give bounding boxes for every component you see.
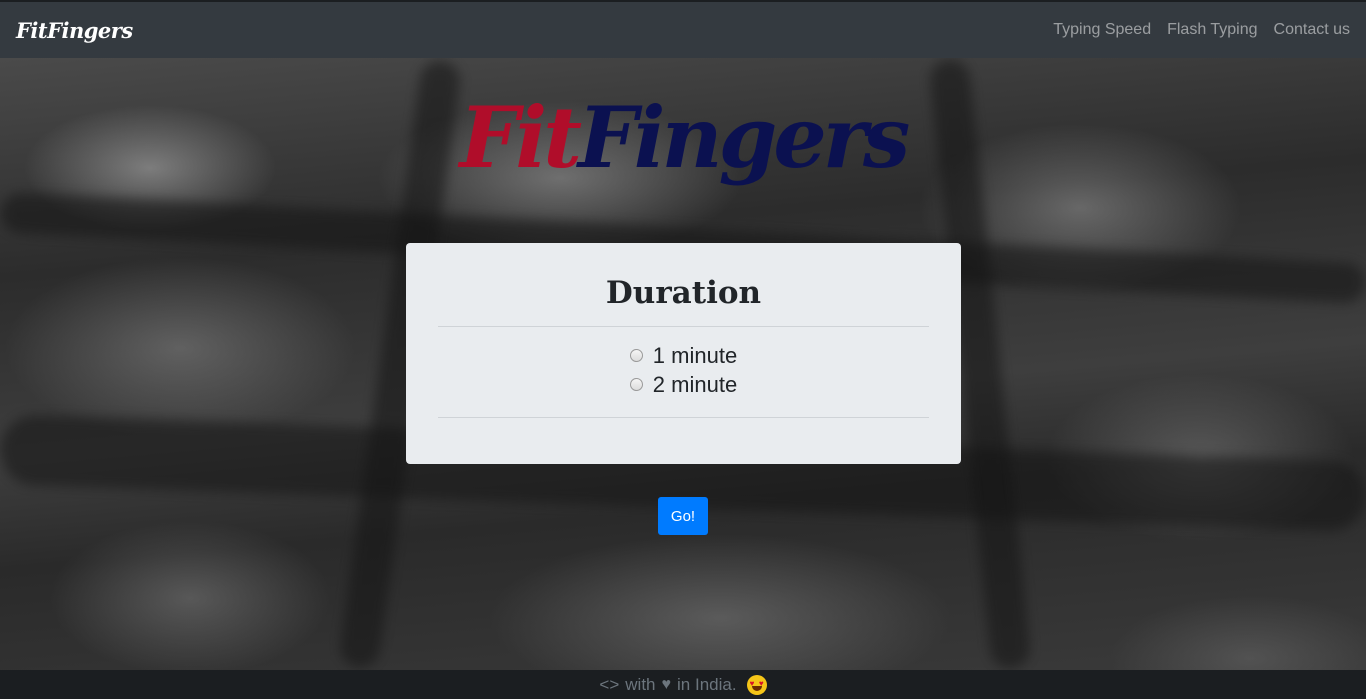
nav-link-contact-us[interactable]: Contact us: [1274, 21, 1350, 39]
duration-options: 1 minute 2 minute: [438, 327, 929, 399]
heart-icon: ♥: [661, 675, 672, 693]
logo-fingers-text: Fingers: [578, 88, 910, 187]
divider: [438, 417, 929, 418]
go-button[interactable]: Go!: [658, 497, 708, 535]
radio-2-minute[interactable]: [629, 378, 643, 391]
heart-eyes-emoji-icon: ♥ ♥: [746, 674, 767, 695]
duration-option-1-minute[interactable]: 1 minute: [629, 341, 738, 370]
nav-links: Typing Speed Flash Typing Contact us: [1053, 21, 1350, 39]
duration-option-2-minute[interactable]: 2 minute: [629, 370, 738, 399]
brand-logo-link[interactable]: FitFingers: [16, 18, 133, 43]
duration-title: Duration: [605, 275, 762, 311]
radio-1-minute[interactable]: [629, 349, 643, 362]
nav-link-typing-speed[interactable]: Typing Speed: [1053, 21, 1151, 39]
option-label-2-minute: 2 minute: [652, 371, 738, 397]
logo-fit-text: Fit: [459, 88, 582, 187]
footer-with-text: with: [625, 674, 656, 694]
option-label-1-minute: 1 minute: [652, 342, 738, 368]
code-symbol: <>: [599, 674, 620, 694]
hero-background: FitFingers Duration 1 minute 2 minute Go…: [0, 58, 1366, 670]
hero-logo: FitFingers: [0, 96, 1366, 180]
nav-link-flash-typing[interactable]: Flash Typing: [1167, 21, 1257, 39]
duration-card: Duration 1 minute 2 minute: [406, 243, 961, 464]
footer-location-text: in India.: [677, 674, 737, 694]
footer: <> with ♥ in India. ♥ ♥: [0, 670, 1366, 699]
top-navbar: FitFingers Typing Speed Flash Typing Con…: [0, 0, 1366, 58]
